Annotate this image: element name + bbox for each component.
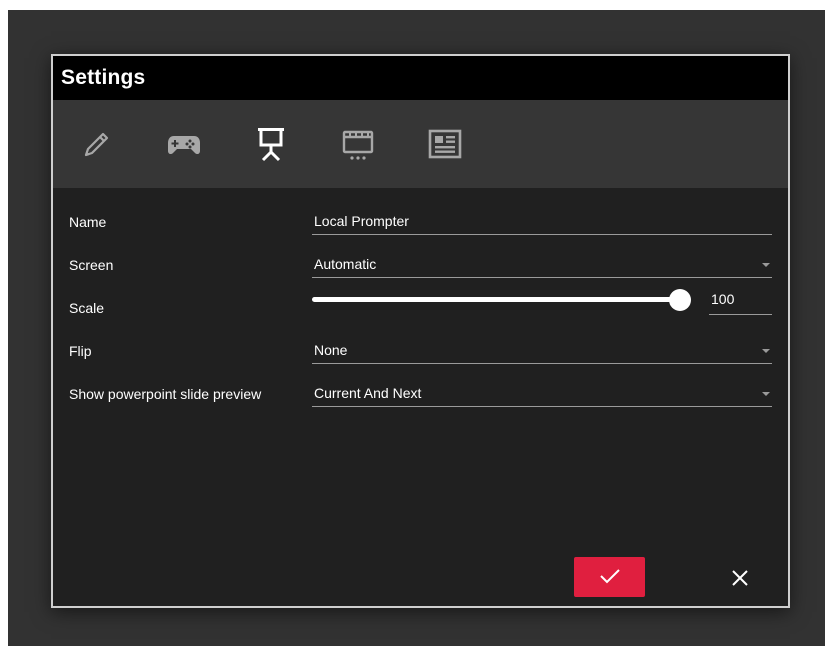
ok-button[interactable] (574, 557, 645, 597)
slide-preview-label: Show powerpoint slide preview (69, 386, 262, 402)
scale-slider[interactable] (312, 289, 692, 311)
name-input[interactable]: Local Prompter (312, 204, 772, 235)
presentation-icon (254, 125, 288, 163)
scale-slider-thumb[interactable] (669, 289, 692, 311)
slide-preview-row: Show powerpoint slide preview Current An… (53, 368, 788, 408)
dialog-title: Settings (61, 66, 146, 89)
close-button[interactable] (720, 559, 760, 599)
close-icon (731, 569, 749, 590)
dialog-titlebar: Settings (53, 56, 788, 100)
slide-preview-select-value: Current And Next (314, 385, 422, 401)
screen-row: Screen Automatic (53, 239, 788, 279)
clapperboard-icon (339, 125, 377, 163)
dropdown-arrow-icon (762, 392, 770, 396)
scale-input[interactable]: 100 (709, 284, 772, 315)
settings-tab-bar (53, 100, 788, 188)
dropdown-arrow-icon (762, 263, 770, 267)
tab-gamepad[interactable] (162, 122, 206, 166)
screen-label: Screen (69, 257, 114, 273)
flip-select-value: None (314, 342, 348, 358)
tab-clapperboard[interactable] (336, 122, 380, 166)
tab-pencil[interactable] (75, 122, 119, 166)
tab-news[interactable] (423, 122, 467, 166)
flip-label: Flip (69, 343, 92, 359)
name-input-value: Local Prompter (314, 213, 409, 229)
slide-preview-select[interactable]: Current And Next (312, 376, 772, 407)
name-label: Name (69, 214, 107, 230)
tab-presentation[interactable] (249, 122, 293, 166)
flip-select[interactable]: None (312, 333, 772, 364)
scale-input-value: 100 (711, 291, 735, 307)
screen-select[interactable]: Automatic (312, 247, 772, 278)
settings-dialog: Settings Name Local Prompter Screen Auto… (51, 54, 790, 608)
flip-row: Flip None (53, 325, 788, 365)
check-icon (599, 568, 621, 587)
screen-select-value: Automatic (314, 256, 377, 272)
scale-label: Scale (69, 300, 105, 316)
dropdown-arrow-icon (762, 349, 770, 353)
news-icon (427, 128, 463, 160)
gamepad-icon (165, 129, 203, 159)
name-row: Name Local Prompter (53, 196, 788, 236)
pencil-icon (80, 127, 114, 161)
